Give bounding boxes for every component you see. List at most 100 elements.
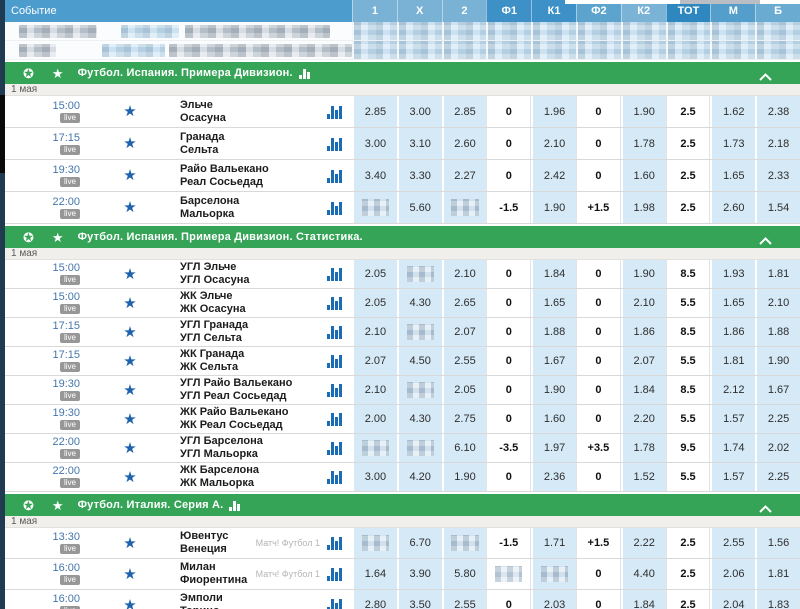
odds-cell-tot[interactable]: 9.5 xyxy=(666,434,711,462)
odds-cell-k2[interactable]: 1.90 xyxy=(621,96,666,127)
match-teams[interactable]: ЖК ГранадаЖК Сельта xyxy=(180,348,327,374)
match-row[interactable]: 22:00live★ЖК БарселонаЖК Мальорка3.004.2… xyxy=(5,463,800,492)
odds-cell-k2[interactable]: 1.84 xyxy=(621,376,666,404)
odds-cell-tot[interactable]: 5.5 xyxy=(666,405,711,433)
odds-cell-x[interactable]: 3.00 xyxy=(397,96,442,127)
odds-cell-m[interactable]: 2.55 xyxy=(710,528,755,558)
favorite-star-icon[interactable]: ★ xyxy=(80,104,180,119)
match-row[interactable]: 13:30live★ЮвентусВенецияМатч! Футбол 16.… xyxy=(5,528,800,559)
odds-cell-f2[interactable]: 0 xyxy=(576,559,621,589)
odds-cell-k1[interactable]: 1.60 xyxy=(531,405,576,433)
odds-cell-1[interactable]: 2.05 xyxy=(352,289,397,317)
odds-cell-k2[interactable]: 2.10 xyxy=(621,289,666,317)
odds-cell-m[interactable]: 2.12 xyxy=(710,376,755,404)
match-teams[interactable]: ЖК Райо ВальеканоЖК Реал Сосьедад xyxy=(180,406,327,432)
odds-cell-tot[interactable]: 2.5 xyxy=(666,590,711,609)
odds-cell-x[interactable]: 4.50 xyxy=(397,347,442,375)
odds-cell-tot[interactable]: 5.5 xyxy=(666,289,711,317)
odds-cell-tot[interactable]: 5.5 xyxy=(666,463,711,491)
stats-chart-icon[interactable] xyxy=(327,536,347,550)
live-badge[interactable]: live xyxy=(60,145,80,155)
match-teams[interactable]: МиланФиорентина xyxy=(180,561,256,587)
odds-cell-f2[interactable]: 0 xyxy=(576,96,621,127)
collapse-chevron-icon[interactable] xyxy=(759,232,772,250)
odds-cell-tot[interactable]: 2.5 xyxy=(666,160,711,191)
odds-cell-f2[interactable]: +3.5 xyxy=(576,434,621,462)
odds-cell-x[interactable]: 3.90 xyxy=(397,559,442,589)
live-badge[interactable]: live xyxy=(60,478,80,488)
favorite-league-star-icon[interactable]: ★ xyxy=(52,499,64,512)
odds-cell-k2[interactable]: 1.84 xyxy=(621,590,666,609)
stats-chart-icon[interactable] xyxy=(327,105,347,119)
stats-chart-icon[interactable] xyxy=(327,267,347,281)
odds-cell-2[interactable]: 2.10 xyxy=(442,260,487,288)
odds-cell-b[interactable]: 1.67 xyxy=(755,376,800,404)
favorite-star-icon[interactable]: ★ xyxy=(80,200,180,215)
stats-chart-icon[interactable] xyxy=(327,383,347,397)
odds-cell-2[interactable] xyxy=(442,528,487,558)
odds-cell-1[interactable] xyxy=(352,528,397,558)
odds-cell-k1[interactable]: 1.96 xyxy=(531,96,576,127)
odds-cell-b[interactable]: 2.25 xyxy=(755,405,800,433)
match-teams[interactable]: УГЛ ГранадаУГЛ Сельта xyxy=(180,319,327,345)
odds-cell-x[interactable]: 3.50 xyxy=(397,590,442,609)
odds-cell-m[interactable]: 2.60 xyxy=(710,192,755,223)
odds-cell-f2[interactable]: +1.5 xyxy=(576,192,621,223)
odds-cell-f1[interactable]: 0 xyxy=(486,318,531,346)
stats-chart-icon[interactable] xyxy=(327,296,347,310)
odds-cell-tot[interactable]: 2.5 xyxy=(666,96,711,127)
match-teams[interactable]: УГЛ ЭльчеУГЛ Осасуна xyxy=(180,261,327,287)
odds-cell-x[interactable]: 4.20 xyxy=(397,463,442,491)
favorite-star-icon[interactable]: ★ xyxy=(80,441,180,456)
odds-cell-k1[interactable]: 2.36 xyxy=(531,463,576,491)
odds-cell-f2[interactable]: 0 xyxy=(576,318,621,346)
odds-cell-1[interactable]: 2.10 xyxy=(352,318,397,346)
odds-cell-2[interactable]: 2.55 xyxy=(442,347,487,375)
odds-cell-m[interactable]: 1.73 xyxy=(710,128,755,159)
odds-cell-b[interactable]: 1.90 xyxy=(755,347,800,375)
odds-cell-k1[interactable]: 2.10 xyxy=(531,128,576,159)
collapse-chevron-icon[interactable] xyxy=(759,68,772,86)
odds-cell-2[interactable]: 6.10 xyxy=(442,434,487,462)
odds-cell-b[interactable]: 2.18 xyxy=(755,128,800,159)
odds-cell-2[interactable]: 2.27 xyxy=(442,160,487,191)
match-row[interactable]: 22:00live★БарселонаМальорка5.60-1.51.90+… xyxy=(5,192,800,224)
favorite-league-star-icon[interactable]: ★ xyxy=(52,67,64,80)
odds-cell-2[interactable] xyxy=(442,192,487,223)
odds-cell-2[interactable]: 5.80 xyxy=(442,559,487,589)
stats-chart-icon[interactable] xyxy=(327,169,347,183)
odds-cell-b[interactable]: 1.54 xyxy=(755,192,800,223)
odds-cell-tot[interactable]: 2.5 xyxy=(666,528,711,558)
match-teams[interactable]: ЖК БарселонаЖК Мальорка xyxy=(180,464,327,490)
odds-cell-x[interactable] xyxy=(397,318,442,346)
match-teams[interactable]: УГЛ Райо ВальеканоУГЛ Реал Сосьедад xyxy=(180,377,327,403)
odds-cell-tot[interactable]: 5.5 xyxy=(666,347,711,375)
match-row[interactable]: 19:30live★ЖК Райо ВальеканоЖК Реал Сосье… xyxy=(5,405,800,434)
match-teams[interactable]: ЭльчеОсасуна xyxy=(180,99,327,125)
left-scrollbar[interactable] xyxy=(0,0,5,609)
favorite-league-star-icon[interactable]: ★ xyxy=(52,231,64,244)
odds-cell-f2[interactable]: +1.5 xyxy=(576,528,621,558)
odds-cell-f1[interactable]: 0 xyxy=(486,347,531,375)
odds-cell-tot[interactable]: 2.5 xyxy=(666,192,711,223)
match-row[interactable]: 17:15live★ЖК ГранадаЖК Сельта2.074.502.5… xyxy=(5,347,800,376)
odds-cell-k1[interactable]: 1.97 xyxy=(531,434,576,462)
scrollbar-thumb[interactable] xyxy=(0,95,5,173)
favorite-star-icon[interactable]: ★ xyxy=(80,136,180,151)
odds-cell-k1[interactable]: 1.71 xyxy=(531,528,576,558)
match-row[interactable]: 16:00live★МиланФиорентинаМатч! Футбол 11… xyxy=(5,559,800,590)
odds-cell-k2[interactable]: 2.07 xyxy=(621,347,666,375)
odds-cell-b[interactable]: 2.33 xyxy=(755,160,800,191)
live-badge[interactable]: live xyxy=(60,391,80,401)
odds-cell-f2[interactable]: 0 xyxy=(576,260,621,288)
odds-cell-tot[interactable]: 8.5 xyxy=(666,376,711,404)
odds-cell-f1[interactable]: 0 xyxy=(486,96,531,127)
favorite-star-icon[interactable]: ★ xyxy=(80,536,180,551)
favorite-star-icon[interactable]: ★ xyxy=(80,470,180,485)
odds-cell-m[interactable]: 2.06 xyxy=(710,559,755,589)
odds-cell-1[interactable]: 3.00 xyxy=(352,463,397,491)
odds-cell-k1[interactable]: 2.42 xyxy=(531,160,576,191)
league-header[interactable]: ✪★Футбол. Испания. Примера Дивизион. xyxy=(5,62,800,84)
odds-cell-k1[interactable] xyxy=(531,559,576,589)
favorite-star-icon[interactable]: ★ xyxy=(80,383,180,398)
